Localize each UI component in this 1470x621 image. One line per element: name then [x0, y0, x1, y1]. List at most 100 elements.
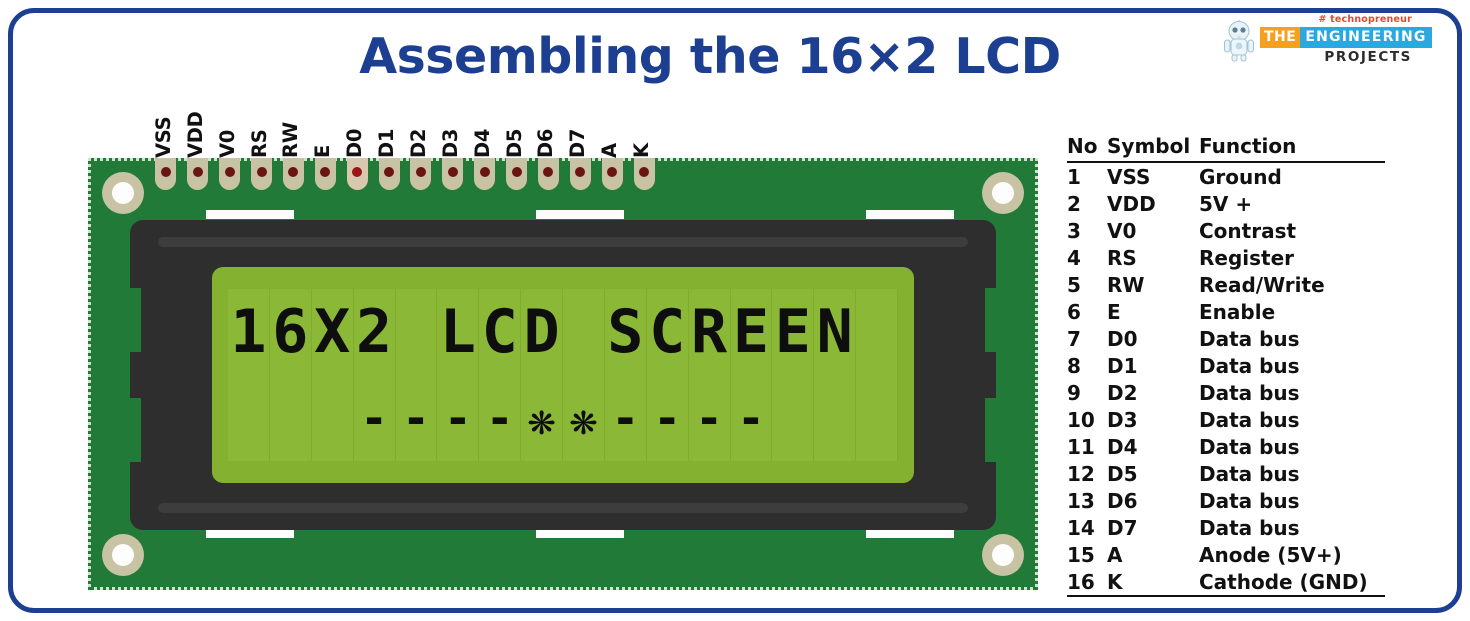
lcd-char-cell: E: [772, 289, 815, 375]
table-row: 13 D6 Data bus: [1067, 487, 1385, 514]
mounting-hole-bottom-left: [102, 534, 144, 576]
alignment-tab: [536, 529, 624, 538]
pin-pad-d5: [506, 158, 528, 190]
pin-label-e: E: [311, 144, 335, 158]
lcd-screen: 16X2LCDSCREEN - - - - ❋ ❋ - - - -: [212, 267, 914, 483]
pin-hole-icon: [575, 167, 586, 177]
lcd-bezel: 16X2LCDSCREEN - - - - ❋ ❋ - - - -: [129, 220, 997, 530]
pin-label-d4: D4: [470, 128, 494, 158]
lcd-char-cell: ❋: [563, 375, 605, 461]
cell-no: 12: [1067, 461, 1095, 486]
pin-pad-v0: [219, 158, 241, 190]
pin-pad-d1: [378, 158, 400, 190]
cell-no: 3: [1067, 218, 1081, 243]
pin-label-vss: VSS: [151, 116, 175, 158]
cell-symbol: D2: [1107, 380, 1138, 405]
bezel-notch: [985, 288, 997, 352]
pin-label-v0: V0: [215, 129, 239, 158]
pcb-edge-left: [88, 158, 91, 590]
lcd-char-cell: -: [395, 375, 438, 461]
pin-hole-icon: [256, 167, 267, 177]
pin-pad-d2: [410, 158, 432, 190]
cell-no: 6: [1067, 299, 1081, 324]
lcd-line-2: - - - - ❋ ❋ - - - -: [228, 375, 898, 461]
pin-hole-icon: [543, 167, 554, 177]
pcb-edge-bottom: [88, 587, 1038, 590]
table-row: 5 RW Read/Write: [1067, 271, 1385, 298]
pin-pad-rs: [251, 158, 273, 190]
cell-symbol: VSS: [1107, 164, 1151, 189]
table-row: 3 V0 Contrast: [1067, 217, 1385, 244]
lcd-char-cell: -: [353, 375, 396, 461]
table-row: 4 RS Register: [1067, 244, 1385, 271]
pin-hole-icon: [160, 167, 171, 177]
pin-hole-icon: [320, 167, 331, 177]
robot-icon: [1224, 20, 1254, 62]
bezel-groove-top: [158, 237, 968, 247]
cell-symbol: K: [1107, 569, 1123, 594]
logo-bar: THE ENGINEERING: [1260, 27, 1432, 48]
table-row: 7 D0 Data bus: [1067, 325, 1385, 352]
pin-label-row: VSS VDD V0 RS RW E D0 D1 D2 D3 D4 D5 D6 D7 A K: [150, 96, 660, 158]
lcd-char-cell: D: [521, 289, 563, 375]
table-row: 8 D1 Data bus: [1067, 352, 1385, 379]
pin-hole-icon: [192, 167, 203, 177]
pin-pad-rw: [282, 158, 304, 190]
cell-symbol: VDD: [1107, 191, 1156, 216]
pin-label-d0: D0: [343, 128, 367, 158]
pin-hole-icon: [352, 167, 363, 177]
cell-function: Data bus: [1199, 515, 1300, 540]
cell-no: 4: [1067, 245, 1081, 270]
bezel-notch: [129, 288, 141, 352]
lcd-char-cell: [856, 375, 898, 461]
pin-hole-icon: [288, 167, 299, 177]
bezel-notch: [129, 398, 141, 462]
logo-projects: PROJECTS: [1324, 49, 1412, 65]
logo-tagline: # technopreneur: [1318, 14, 1412, 25]
pin-hole-icon: [639, 167, 650, 177]
cell-function: Data bus: [1199, 326, 1300, 351]
cell-function: Data bus: [1199, 488, 1300, 513]
pin-label-rw: RW: [279, 122, 303, 158]
cell-no: 8: [1067, 353, 1081, 378]
alignment-tab: [866, 529, 954, 538]
pcb-edge-right: [1035, 158, 1038, 590]
pin-label-a: A: [598, 143, 622, 158]
pin-hole-icon: [479, 167, 490, 177]
cell-symbol: A: [1107, 542, 1123, 567]
pin-label-d6: D6: [534, 128, 558, 158]
pin-pad-d7: [569, 158, 591, 190]
pin-pad-vdd: [187, 158, 209, 190]
cell-function: Anode (5V+): [1199, 542, 1342, 567]
pin-label-rs: RS: [247, 129, 271, 158]
cell-function: Cathode (GND): [1199, 569, 1368, 594]
pin-pad-d0: [346, 158, 368, 190]
diagram-page: Assembling the 16×2 LCD # technopreneur …: [0, 0, 1470, 621]
table-row: 15 A Anode (5V+): [1067, 541, 1385, 568]
brand-logo: # technopreneur THE ENGINEERING PROJECTS: [1222, 14, 1432, 66]
logo-the: THE: [1260, 27, 1301, 48]
table-row: 1 VSS Ground: [1067, 163, 1385, 190]
lcd-char-cell: 1: [228, 289, 270, 375]
lcd-char-cell: ❋: [521, 375, 563, 461]
bezel-groove-bottom: [158, 503, 968, 513]
cell-symbol: D1: [1107, 353, 1138, 378]
alignment-tab: [206, 210, 294, 219]
cell-symbol: D4: [1107, 434, 1138, 459]
mounting-hole-top-left: [102, 172, 144, 214]
pin-hole-icon: [447, 167, 458, 177]
lcd-char-cell: N: [814, 289, 857, 375]
cell-function: 5V +: [1199, 191, 1253, 216]
pin-pad-d4: [474, 158, 496, 190]
pin-label-d7: D7: [566, 128, 590, 158]
lcd-char-cell: -: [646, 375, 689, 461]
pin-pad-a: [601, 158, 623, 190]
logo-engineering: ENGINEERING: [1300, 27, 1432, 48]
cell-function: Data bus: [1199, 461, 1300, 486]
cell-function: Enable: [1199, 299, 1276, 324]
cell-function: Read/Write: [1199, 272, 1325, 297]
lcd-char-cell: X: [311, 289, 354, 375]
alignment-tab: [536, 210, 624, 219]
lcd-module-pcb: 16X2LCDSCREEN - - - - ❋ ❋ - - - -: [88, 158, 1038, 590]
column-header-no: No: [1067, 133, 1098, 158]
